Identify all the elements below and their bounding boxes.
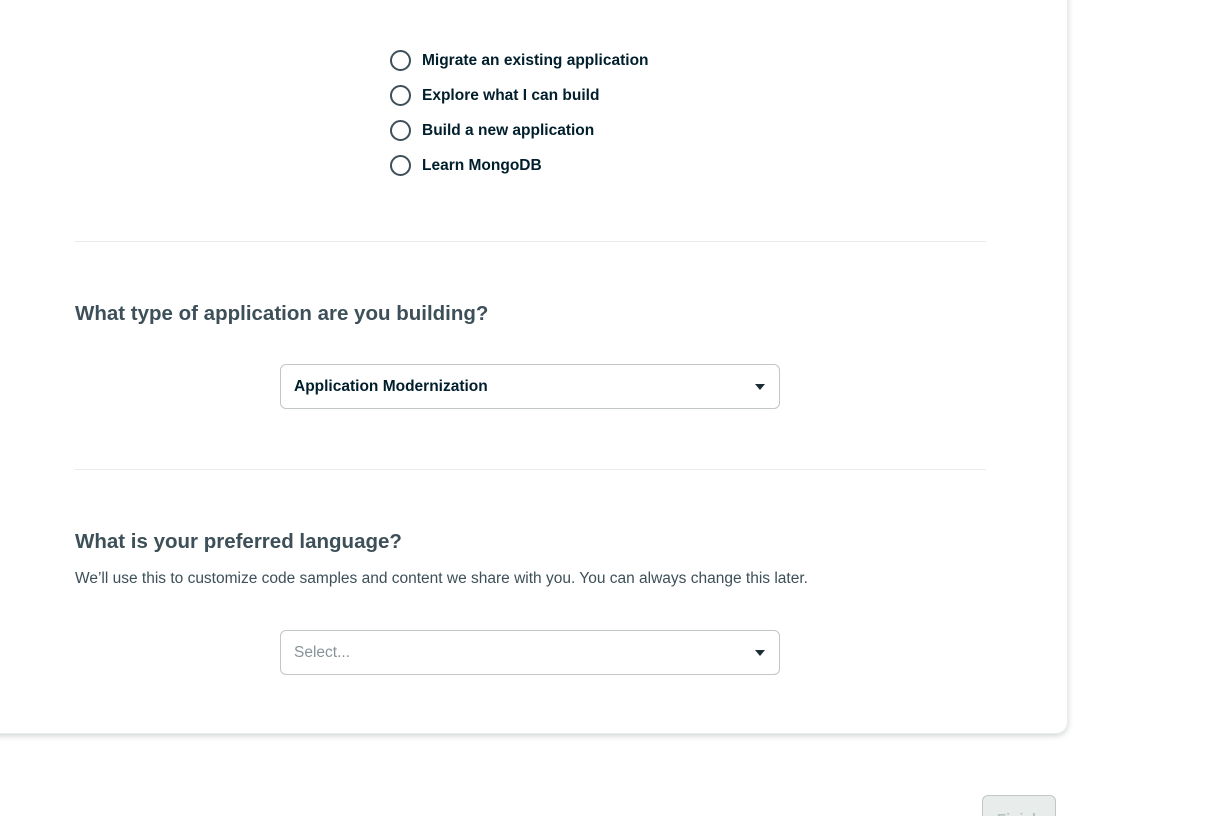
app-type-select[interactable]: Application Modernization (280, 364, 780, 409)
radio-label: Explore what I can build (422, 86, 600, 104)
radio-label: Migrate an existing application (422, 51, 649, 69)
radio-label: Build a new application (422, 121, 595, 139)
section-divider (75, 241, 986, 242)
radio-unchecked-icon[interactable] (390, 85, 411, 106)
onboarding-page: Migrate an existing application Explore … (0, 0, 1213, 816)
radio-option-learn[interactable]: Learn MongoDB (390, 148, 649, 183)
language-select[interactable]: Select... (280, 630, 780, 675)
language-question: What is your preferred language? (75, 530, 402, 553)
language-select-placeholder: Select... (294, 643, 350, 661)
goal-radio-group: Migrate an existing application Explore … (390, 43, 649, 183)
caret-down-icon (755, 650, 765, 656)
radio-option-migrate[interactable]: Migrate an existing application (390, 43, 649, 78)
app-type-question: What type of application are you buildin… (75, 302, 489, 325)
radio-unchecked-icon[interactable] (390, 50, 411, 71)
radio-option-explore[interactable]: Explore what I can build (390, 78, 649, 113)
radio-option-build-new[interactable]: Build a new application (390, 113, 649, 148)
radio-unchecked-icon[interactable] (390, 155, 411, 176)
language-description: We’ll use this to customize code samples… (75, 570, 808, 587)
section-divider (75, 469, 986, 470)
radio-label: Learn MongoDB (422, 156, 542, 174)
app-type-selected-value: Application Modernization (294, 377, 488, 395)
finish-button[interactable]: Finish (982, 795, 1056, 816)
caret-down-icon (755, 384, 765, 390)
radio-unchecked-icon[interactable] (390, 120, 411, 141)
